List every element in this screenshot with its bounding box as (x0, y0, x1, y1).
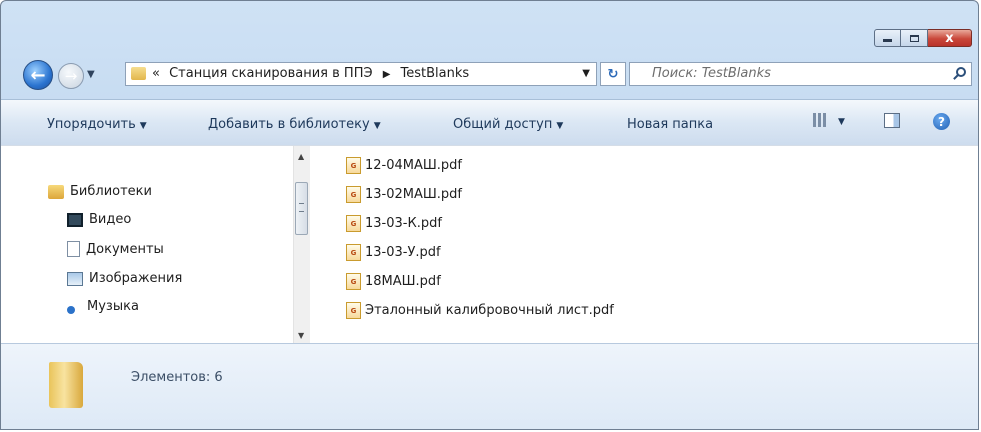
organize-label: Упорядочить (47, 117, 136, 132)
grip-icon (299, 203, 304, 212)
documents-icon (67, 241, 80, 257)
close-button[interactable]: x (928, 29, 972, 47)
file-item[interactable]: G 18МАШ.pdf (346, 273, 441, 290)
scroll-down-icon[interactable]: ▼ (298, 331, 304, 340)
search-placeholder[interactable]: Поиск: TestBlanks (652, 66, 771, 81)
maximize-icon (909, 34, 919, 42)
nav-item-video[interactable]: Видео (67, 212, 131, 227)
breadcrumb-item-current[interactable]: TestBlanks (401, 66, 470, 81)
item-count: Элементов: 6 (131, 370, 223, 385)
pictures-icon (67, 271, 83, 286)
libraries-icon (48, 184, 64, 199)
pdf-file-icon: G (346, 302, 361, 319)
file-name: 13-02МАШ.pdf (365, 187, 462, 202)
nav-item-label: Изображения (89, 271, 183, 286)
back-button[interactable]: ← (23, 60, 53, 90)
chevron-down-icon: ▼ (373, 121, 381, 131)
forward-arrow-icon: → (64, 67, 78, 85)
chevron-down-icon: ▼ (556, 121, 564, 131)
pdf-file-icon: G (346, 244, 361, 261)
maximize-button[interactable] (901, 29, 928, 47)
file-name: 13-03-К.pdf (365, 216, 442, 231)
close-icon: x (945, 30, 954, 46)
share-menu[interactable]: Общий доступ ▼ (453, 117, 563, 132)
search-box[interactable]: Поиск: TestBlanks (629, 62, 972, 86)
back-arrow-icon: ← (30, 64, 46, 86)
pdf-file-icon: G (346, 273, 361, 290)
file-name: 13-03-У.pdf (365, 245, 441, 260)
pdf-file-icon: G (346, 186, 361, 203)
navigation-pane: Библиотеки Видео Документы Изображения М… (1, 146, 293, 344)
file-name: 18МАШ.pdf (365, 274, 441, 289)
minimize-icon (883, 39, 892, 42)
breadcrumb-separator-icon[interactable]: ▶ (383, 69, 391, 80)
views-dropdown-icon[interactable]: ▼ (838, 117, 845, 127)
scroll-up-icon[interactable]: ▲ (298, 152, 304, 161)
pdf-file-icon: G (346, 215, 361, 232)
nav-item-documents[interactable]: Документы (67, 241, 164, 257)
file-item[interactable]: G 13-02МАШ.pdf (346, 186, 462, 203)
pdf-file-icon: G (346, 157, 361, 174)
recent-pages-dropdown[interactable]: ▼ (87, 69, 95, 80)
add-to-library-label: Добавить в библиотеку (208, 117, 370, 132)
nav-item-label: Видео (89, 212, 132, 227)
nav-item-pictures[interactable]: Изображения (67, 271, 182, 286)
address-dropdown-icon[interactable]: ▼ (582, 68, 590, 79)
folder-icon (131, 67, 146, 80)
new-folder-label: Новая папка (627, 117, 714, 132)
file-name: 12-04МАШ.pdf (365, 158, 462, 173)
search-icon[interactable] (956, 67, 966, 77)
add-to-library-menu[interactable]: Добавить в библиотеку ▼ (208, 117, 381, 132)
breadcrumb-overflow[interactable]: « (152, 66, 160, 81)
video-icon (67, 212, 83, 227)
navigation-bar: ← → ▼ « Станция сканирования в ППЭ ▶ Tes… (1, 57, 978, 93)
nav-scrollbar[interactable]: ▲ ▼ (293, 146, 310, 344)
file-item[interactable]: G 13-03-У.pdf (346, 244, 441, 261)
new-folder-button[interactable]: Новая папка (627, 117, 713, 132)
share-label: Общий доступ (453, 117, 553, 132)
refresh-icon: ↻ (607, 66, 619, 82)
nav-item-label: Документы (86, 241, 164, 257)
details-pane: Элементов: 6 (1, 343, 978, 429)
preview-pane-icon[interactable] (884, 113, 900, 128)
breadcrumb-item[interactable]: Станция сканирования в ППЭ (169, 66, 372, 81)
nav-item-libraries[interactable]: Библиотеки (48, 184, 152, 199)
file-item[interactable]: G 13-03-К.pdf (346, 215, 442, 232)
breadcrumb: « Станция сканирования в ППЭ ▶ TestBlank… (152, 66, 469, 81)
folder-icon (49, 362, 83, 408)
file-item[interactable]: G Эталонный калибровочный лист.pdf (346, 302, 614, 319)
window-controls: x (874, 29, 972, 47)
refresh-button[interactable]: ↻ (600, 62, 626, 86)
command-bar: Упорядочить ▼ Добавить в библиотеку ▼ Общи… (1, 99, 978, 145)
nav-item-label: Библиотеки (70, 184, 152, 199)
chevron-down-icon: ▼ (139, 121, 147, 131)
organize-menu[interactable]: Упорядочить ▼ (47, 117, 147, 132)
music-icon (67, 300, 81, 314)
file-name: Эталонный калибровочный лист.pdf (365, 303, 614, 318)
help-icon[interactable]: ? (933, 113, 950, 130)
file-item[interactable]: G 12-04МАШ.pdf (346, 157, 462, 174)
content-area: Библиотеки Видео Документы Изображения М… (1, 145, 978, 344)
scroll-thumb[interactable] (295, 182, 308, 235)
minimize-button[interactable] (874, 29, 901, 47)
nav-item-music[interactable]: Музыка (67, 299, 139, 314)
forward-button[interactable]: → (58, 63, 84, 89)
views-icon[interactable] (813, 113, 827, 127)
nav-item-label: Музыка (87, 299, 139, 314)
address-bar[interactable]: « Станция сканирования в ППЭ ▶ TestBlank… (125, 62, 597, 86)
explorer-window: x ← → ▼ « Станция сканирования в ППЭ ▶ T… (0, 0, 979, 430)
